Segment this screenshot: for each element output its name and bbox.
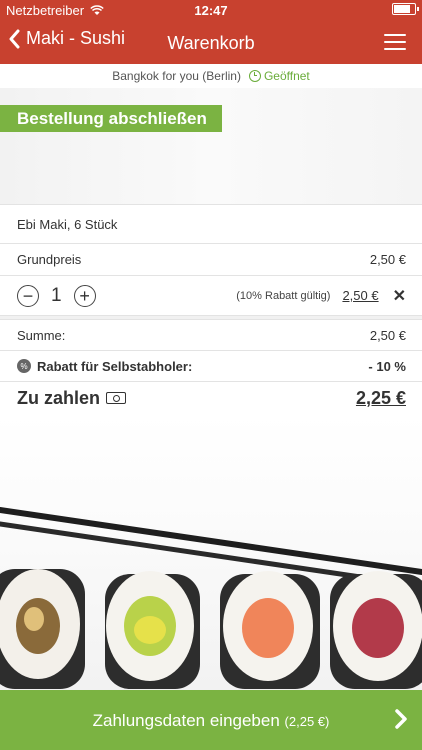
sum-value: 2,50 €: [369, 327, 406, 343]
sushi-image: [0, 414, 422, 690]
status-right: [392, 3, 419, 15]
quantity-row: − 1 + (10% Rabatt gültig) 2,50 € ✕: [0, 276, 422, 316]
total-row: Zu zahlen 2,25 €: [0, 382, 422, 415]
total-label: Zu zahlen: [17, 387, 101, 408]
restaurant-info: Bangkok for you (Berlin) Geöffnet: [0, 64, 422, 89]
page-title: Warenkorb: [167, 33, 255, 53]
payment-amount: (2,25 €): [284, 714, 330, 729]
base-price-label: Grundpreis: [17, 252, 82, 267]
money-icon: [106, 392, 127, 404]
restaurant-name: Bangkok for you (Berlin): [112, 69, 241, 83]
clock-time: 12:47: [194, 3, 228, 18]
clock-icon: [248, 70, 261, 82]
open-status: Geöffnet: [248, 69, 310, 83]
battery-level: [394, 5, 410, 13]
payment-details-button[interactable]: Zahlungsdaten eingeben (2,25 €): [0, 690, 422, 750]
open-status-label: Geöffnet: [263, 69, 310, 83]
item-name: Ebi Maki, 6 Stück: [17, 216, 118, 232]
discount-value: - 10 %: [368, 358, 406, 374]
item-price: 2,50 €: [342, 288, 379, 303]
base-price-value: 2,50 €: [369, 252, 406, 267]
sushi-illustration: [0, 507, 422, 689]
payment-label: Zahlungsdaten eingeben: [92, 711, 280, 730]
discount-badge-icon: %: [17, 359, 31, 373]
payment-label-wrap: Zahlungsdaten eingeben (2,25 €): [0, 711, 422, 731]
remove-item-button[interactable]: ✕: [393, 286, 406, 306]
base-price-row: Grundpreis 2,50 €: [0, 244, 422, 276]
battery-icon: [392, 3, 419, 15]
sum-label: Summe:: [17, 327, 66, 343]
discount-label: Rabatt für Selbstabholer:: [37, 358, 193, 374]
total-value: 2,25 €: [355, 387, 406, 408]
nav-bar: Maki - Sushi Warenkorb: [0, 20, 422, 64]
hamburger-menu-icon[interactable]: [384, 34, 406, 50]
discount-row: % Rabatt für Selbstabholer: - 10 %: [0, 351, 422, 382]
status-bar: Netzbetreiber 12:47: [0, 0, 422, 20]
sum-row: Summe: 2,50 €: [0, 320, 422, 351]
checkout-button[interactable]: Bestellung abschließen: [0, 105, 222, 132]
chevron-right-icon: [395, 709, 407, 729]
increment-button[interactable]: +: [73, 284, 96, 307]
quantity-value: 1: [51, 284, 62, 306]
cart-item-row: Ebi Maki, 6 Stück: [0, 205, 422, 244]
discount-note: (10% Rabatt gültig): [236, 289, 331, 302]
decrement-button[interactable]: −: [17, 284, 39, 307]
